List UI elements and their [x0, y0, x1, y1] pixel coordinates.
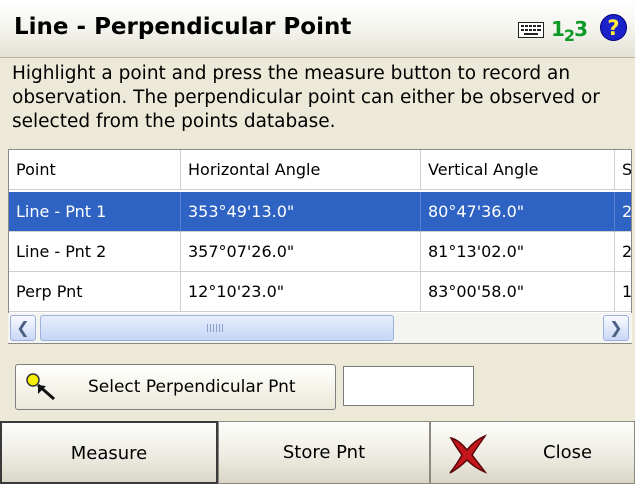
- cell-s: 2: [615, 232, 631, 272]
- column-header-vertical-angle[interactable]: Vertical Angle: [421, 150, 615, 190]
- keyboard-icon[interactable]: [518, 22, 544, 38]
- scroll-left-button[interactable]: ❮: [10, 315, 36, 341]
- instructions-text: Highlight a point and press the measure …: [12, 63, 600, 132]
- store-point-label: Store Pnt: [282, 442, 366, 463]
- scroll-thumb[interactable]: [40, 315, 394, 341]
- column-header-horizontal-angle[interactable]: Horizontal Angle: [181, 150, 421, 190]
- cell-point: Perp Pnt: [9, 272, 181, 312]
- numeric-mode-icon[interactable]: 123: [551, 17, 588, 45]
- title-bar: Line - Perpendicular Point 123 ?: [0, 0, 635, 58]
- cell-vertical-angle: 83°00'58.0": [421, 272, 615, 312]
- scroll-right-button[interactable]: ❯: [603, 315, 629, 341]
- horizontal-scrollbar[interactable]: ❮ ❯: [8, 313, 632, 343]
- column-header-s[interactable]: S: [615, 150, 631, 190]
- table-row[interactable]: Perp Pnt 12°10'23.0" 83°00'58.0" 1: [9, 272, 631, 312]
- measure-button[interactable]: Measure: [0, 421, 218, 484]
- cell-horizontal-angle: 353°49'13.0": [181, 192, 421, 232]
- numeric-mode-tail: 3: [574, 17, 588, 41]
- cell-vertical-angle: 80°47'36.0": [421, 192, 615, 232]
- table-row[interactable]: Line - Pnt 2 357°07'26.0" 81°13'02.0" 2: [9, 232, 631, 272]
- cell-s: 1: [615, 272, 631, 312]
- close-label: Close: [543, 442, 593, 463]
- close-button[interactable]: Close: [430, 421, 635, 484]
- perpendicular-point-input[interactable]: [343, 366, 474, 406]
- numeric-mode-sub: 2: [563, 26, 575, 45]
- scroll-grip-icon: [207, 324, 225, 332]
- point-select-icon: [26, 373, 55, 401]
- red-x-icon: [449, 434, 488, 474]
- cell-point: Line - Pnt 2: [9, 232, 181, 272]
- measure-label: Measure: [70, 443, 148, 464]
- cell-vertical-angle: 81°13'02.0": [421, 232, 615, 272]
- window-title: Line - Perpendicular Point: [14, 14, 352, 40]
- cell-horizontal-angle: 357°07'26.0": [181, 232, 421, 272]
- column-header-point[interactable]: Point: [9, 150, 181, 190]
- table-header: Point Horizontal Angle Vertical Angle S: [9, 150, 631, 190]
- store-point-button[interactable]: Store Pnt: [218, 421, 430, 484]
- select-perpendicular-label: Select Perpendicular Pnt: [88, 377, 296, 397]
- cell-horizontal-angle: 12°10'23.0": [181, 272, 421, 312]
- help-icon[interactable]: ?: [600, 14, 627, 41]
- numeric-mode-digit: 1: [551, 17, 565, 41]
- table-row[interactable]: Line - Pnt 1 353°49'13.0" 80°47'36.0" 2: [9, 192, 631, 232]
- cell-point: Line - Pnt 1: [9, 192, 181, 232]
- select-perpendicular-button[interactable]: Select Perpendicular Pnt: [15, 364, 336, 410]
- cell-s: 2: [615, 192, 631, 232]
